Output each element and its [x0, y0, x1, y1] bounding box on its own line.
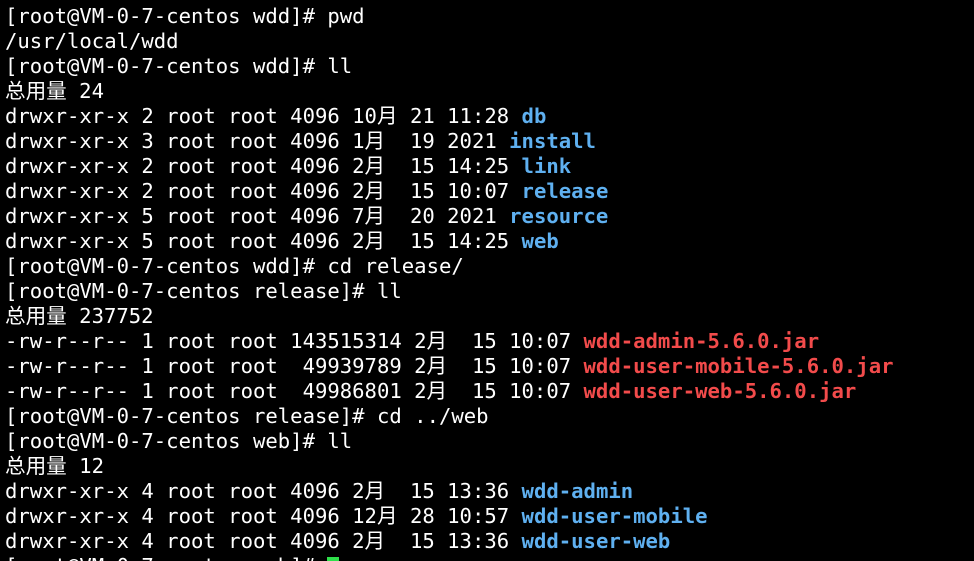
directory-name: link [521, 154, 572, 178]
listing-entry: drwxr-xr-x 4 root root 4096 12月 28 10:57… [5, 504, 708, 529]
entry-details: drwxr-xr-x 2 root root 4096 10月 21 11:28 [5, 104, 522, 128]
entry-details: drwxr-xr-x 4 root root 4096 2月 15 13:36 [5, 479, 522, 503]
prompt-line: [root@VM-0-7-centos web]# ll [5, 429, 352, 454]
prompt-line: [root@VM-0-7-centos wdd]# ll [5, 54, 352, 79]
jar-file-name: wdd-user-mobile-5.6.0.jar [583, 354, 894, 378]
output-line: 总用量 24 [5, 79, 104, 104]
shell-prompt: [root@VM-0-7-centos web]# [5, 554, 327, 561]
directory-name: web [521, 229, 559, 253]
entry-details: drwxr-xr-x 5 root root 4096 7月 20 2021 [5, 204, 510, 228]
listing-entry: drwxr-xr-x 2 root root 4096 10月 21 11:28… [5, 104, 546, 129]
shell-prompt: [root@VM-0-7-centos wdd]# [5, 54, 328, 78]
prompt-line: [root@VM-0-7-centos wdd]# pwd [5, 4, 365, 29]
prompt-line: [root@VM-0-7-centos release]# ll [5, 279, 402, 304]
command-text: ll [327, 54, 353, 78]
command-text: pwd [327, 4, 365, 28]
directory-name: wdd-user-web [521, 529, 671, 553]
shell-prompt: [root@VM-0-7-centos wdd]# [5, 4, 328, 28]
jar-file-name: wdd-user-web-5.6.0.jar [583, 379, 857, 403]
entry-details: drwxr-xr-x 4 root root 4096 12月 28 10:57 [5, 504, 522, 528]
command-text: ll [327, 429, 353, 453]
directory-name: wdd-admin [521, 479, 634, 503]
listing-entry: drwxr-xr-x 5 root root 4096 2月 15 14:25 … [5, 229, 559, 254]
entry-details: -rw-r--r-- 1 root root 143515314 2月 15 1… [5, 329, 584, 353]
directory-name: wdd-user-mobile [521, 504, 708, 528]
listing-entry: -rw-r--r-- 1 root root 49939789 2月 15 10… [5, 354, 894, 379]
prompt-line: [root@VM-0-7-centos web]# [5, 554, 340, 561]
entry-details: -rw-r--r-- 1 root root 49939789 2月 15 10… [5, 354, 584, 378]
prompt-line: [root@VM-0-7-centos release]# cd ../web [5, 404, 489, 429]
output-text: /usr/local/wdd [5, 29, 179, 53]
entry-details: drwxr-xr-x 2 root root 4096 2月 15 10:07 [5, 179, 522, 203]
shell-prompt: [root@VM-0-7-centos web]# [5, 429, 328, 453]
directory-name: resource [509, 204, 609, 228]
shell-prompt: [root@VM-0-7-centos release]# [5, 404, 377, 428]
listing-entry: drwxr-xr-x 4 root root 4096 2月 15 13:36 … [5, 529, 670, 554]
entry-details: drwxr-xr-x 3 root root 4096 1月 19 2021 [5, 129, 510, 153]
jar-file-name: wdd-admin-5.6.0.jar [583, 329, 820, 353]
command-text: ll [376, 279, 402, 303]
shell-prompt: [root@VM-0-7-centos release]# [5, 279, 377, 303]
output-text: 总用量 237752 [5, 304, 154, 328]
shell-prompt: [root@VM-0-7-centos wdd]# [5, 254, 328, 278]
listing-entry: drwxr-xr-x 4 root root 4096 2月 15 13:36 … [5, 479, 633, 504]
entry-details: drwxr-xr-x 4 root root 4096 2月 15 13:36 [5, 529, 522, 553]
listing-entry: -rw-r--r-- 1 root root 49986801 2月 15 10… [5, 379, 856, 404]
listing-entry: -rw-r--r-- 1 root root 143515314 2月 15 1… [5, 329, 819, 354]
output-text: 总用量 12 [5, 454, 104, 478]
output-text: 总用量 24 [5, 79, 104, 103]
output-line: 总用量 237752 [5, 304, 154, 329]
command-text: cd ../web [376, 404, 489, 428]
output-line: 总用量 12 [5, 454, 104, 479]
text-cursor[interactable] [327, 557, 340, 561]
entry-details: drwxr-xr-x 5 root root 4096 2月 15 14:25 [5, 229, 522, 253]
output-line: /usr/local/wdd [5, 29, 179, 54]
prompt-line: [root@VM-0-7-centos wdd]# cd release/ [5, 254, 464, 279]
listing-entry: drwxr-xr-x 2 root root 4096 2月 15 10:07 … [5, 179, 608, 204]
entry-details: -rw-r--r-- 1 root root 49986801 2月 15 10… [5, 379, 584, 403]
directory-name: release [521, 179, 609, 203]
directory-name: db [521, 104, 547, 128]
listing-entry: drwxr-xr-x 5 root root 4096 7月 20 2021 r… [5, 204, 608, 229]
listing-entry: drwxr-xr-x 2 root root 4096 2月 15 14:25 … [5, 154, 571, 179]
entry-details: drwxr-xr-x 2 root root 4096 2月 15 14:25 [5, 154, 522, 178]
terminal-window[interactable]: [root@VM-0-7-centos wdd]# pwd/usr/local/… [0, 0, 974, 561]
command-text: cd release/ [327, 254, 464, 278]
directory-name: install [509, 129, 596, 153]
listing-entry: drwxr-xr-x 3 root root 4096 1月 19 2021 i… [5, 129, 596, 154]
